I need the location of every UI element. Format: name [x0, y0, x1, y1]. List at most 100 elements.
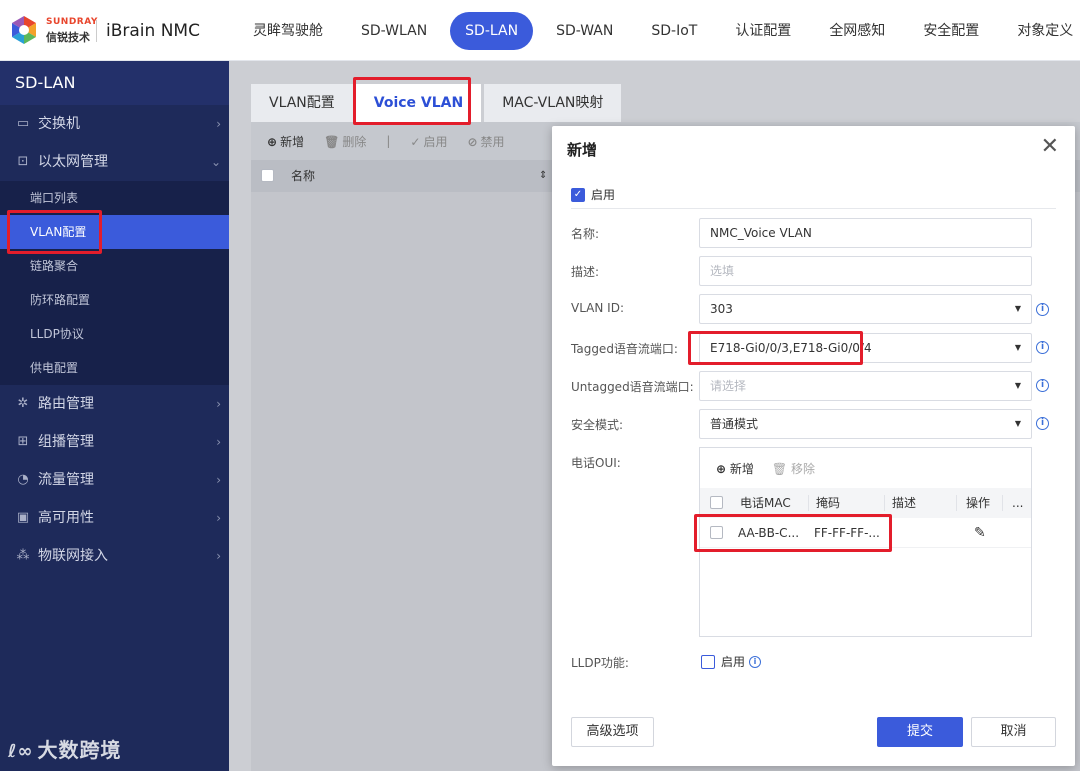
check-icon: ✓: [410, 134, 421, 149]
watermark: ℓ∞ 大数跨境: [8, 734, 121, 763]
brand-company-en: SUNDRAY: [46, 17, 98, 27]
sidebar-item-multicast[interactable]: ⊞ 组播管理 ›: [0, 423, 229, 461]
info-icon[interactable]: i: [1036, 341, 1049, 354]
lldp-label: LLDP功能:: [571, 656, 629, 670]
nav-sd-wlan[interactable]: SD-WLAN: [346, 12, 442, 50]
add-button[interactable]: ⊕ 新增: [267, 133, 304, 150]
oui-add-button[interactable]: ⊕ 新增: [716, 460, 754, 477]
column-divider: [1002, 495, 1003, 511]
vlan-id-select[interactable]: 303 ▼: [699, 294, 1032, 324]
lldp-enable-checkbox[interactable]: 启用 i: [701, 653, 762, 670]
close-icon[interactable]: ✕: [1041, 134, 1059, 159]
multicast-icon: ⊞: [17, 434, 29, 449]
sidebar-item-label: 高可用性: [38, 510, 94, 526]
lldp-enable-label: 启用: [721, 655, 746, 669]
sidebar-item-routing[interactable]: ✲ 路由管理 ›: [0, 385, 229, 423]
sidebar-item-ethernet[interactable]: ⊡ 以太网管理 ⌄: [0, 143, 229, 181]
sidebar-item-label: 物联网接入: [38, 548, 108, 564]
oui-add-label: 新增: [729, 462, 754, 476]
column-divider: [884, 495, 885, 511]
sidebar-subitem-link-aggregation[interactable]: 链路聚合: [0, 249, 229, 283]
sidebar-item-label: 以太网管理: [38, 154, 108, 170]
oui-remove-label: 移除: [790, 462, 815, 476]
sort-icon[interactable]: ⇕: [539, 160, 547, 192]
trash-icon: 🗑: [771, 462, 788, 476]
tab-mac-vlan-mapping[interactable]: MAC-VLAN映射: [484, 84, 622, 122]
sidebar-subitem-loop-prevention[interactable]: 防环路配置: [0, 283, 229, 317]
sidebar-item-high-availability[interactable]: ▣ 高可用性 ›: [0, 499, 229, 537]
nav-sd-lan[interactable]: SD-LAN: [450, 12, 534, 50]
oui-toolbar: ⊕ 新增 🗑 移除: [716, 460, 815, 477]
add-button-label: 新增: [280, 134, 305, 149]
nav-cockpit[interactable]: 灵眸驾驶舱: [238, 12, 338, 50]
nav-object-definition[interactable]: 对象定义: [1002, 12, 1080, 50]
security-mode-select[interactable]: 普通模式 ▼: [699, 409, 1032, 439]
sidebar-item-label: 路由管理: [38, 396, 94, 412]
phone-oui-label: 电话OUI:: [571, 456, 621, 470]
column-settings-icon[interactable]: ...: [1012, 488, 1023, 518]
sidebar-item-switch[interactable]: ▭ 交换机 ›: [0, 105, 229, 143]
disable-button[interactable]: ⊘ 禁用: [467, 133, 504, 150]
highlight-box-vlan-config: [7, 210, 102, 254]
plus-circle-icon: ⊕: [716, 462, 727, 476]
caret-down-icon: ▼: [1014, 343, 1021, 352]
checkbox-checked-icon: ✓: [571, 187, 585, 202]
column-header-name[interactable]: 名称: [291, 160, 315, 192]
cancel-button[interactable]: 取消: [971, 717, 1056, 747]
nav-auth-config[interactable]: 认证配置: [720, 12, 806, 50]
description-input[interactable]: 选填: [699, 256, 1032, 286]
column-header-operation: 操作: [966, 496, 991, 510]
name-input[interactable]: NMC_Voice VLAN: [699, 218, 1032, 248]
nav-sd-iot[interactable]: SD-IoT: [636, 12, 712, 50]
sidebar-item-label: 流量管理: [38, 472, 94, 488]
untagged-port-label: Untagged语音流端口:: [571, 380, 694, 394]
column-divider: [956, 495, 957, 511]
enable-checkbox[interactable]: ✓ 启用: [571, 186, 615, 203]
nav-security-config[interactable]: 安全配置: [908, 12, 994, 50]
vlan-id-label: VLAN ID:: [571, 301, 624, 315]
info-icon[interactable]: i: [749, 655, 762, 668]
sidebar-subitem-lldp[interactable]: LLDP协议: [0, 317, 229, 351]
caret-down-icon: ▼: [1014, 381, 1021, 390]
advanced-options-button[interactable]: 高级选项: [571, 717, 654, 747]
chevron-down-icon: ⌄: [210, 155, 221, 169]
dialog-title: 新增: [567, 141, 598, 159]
info-icon[interactable]: i: [1036, 303, 1049, 316]
enable-button[interactable]: ✓ 启用: [410, 133, 447, 150]
watermark-text: 大数跨境: [37, 738, 122, 762]
chevron-right-icon: ›: [216, 397, 221, 411]
ban-icon: ⊘: [467, 134, 478, 149]
delete-button[interactable]: 🗑 删除: [324, 133, 366, 150]
checkbox-unchecked-icon: [701, 654, 715, 669]
highlight-box-oui-row: [694, 514, 892, 552]
divider: [571, 208, 1056, 209]
nav-network-awareness[interactable]: 全网感知: [814, 12, 900, 50]
plus-circle-icon: ⊕: [267, 134, 278, 149]
submit-button[interactable]: 提交: [877, 717, 963, 747]
untagged-port-select[interactable]: 请选择 ▼: [699, 371, 1032, 401]
sidebar-subitem-power[interactable]: 供电配置: [0, 351, 229, 385]
edit-icon[interactable]: ✎: [974, 518, 986, 548]
toolbar-divider: |: [386, 134, 391, 148]
iot-icon: ⁂: [16, 548, 30, 563]
disable-button-label: 禁用: [480, 134, 505, 149]
oui-select-all-checkbox[interactable]: [710, 496, 723, 509]
description-label: 描述:: [571, 265, 600, 279]
security-mode-label: 安全模式:: [571, 418, 624, 432]
info-icon[interactable]: i: [1036, 417, 1049, 430]
tab-vlan-config[interactable]: VLAN配置: [251, 84, 353, 122]
oui-remove-button[interactable]: 🗑 移除: [772, 460, 815, 477]
trash-icon: 🗑: [324, 134, 340, 149]
chevron-right-icon: ›: [216, 435, 221, 449]
info-icon[interactable]: i: [1036, 379, 1049, 392]
highlight-box-tagged-port: [688, 331, 863, 365]
sidebar-item-traffic[interactable]: ◔ 流量管理 ›: [0, 461, 229, 499]
select-all-checkbox[interactable]: [261, 169, 274, 182]
untagged-port-placeholder: 请选择: [710, 379, 747, 393]
sidebar-item-label: 组播管理: [38, 434, 94, 450]
traffic-icon: ◔: [17, 472, 29, 487]
sidebar-item-iot[interactable]: ⁂ 物联网接入 ›: [0, 537, 229, 575]
sidebar: SD-LAN ▭ 交换机 › ⊡ 以太网管理 ⌄ 端口列表 VLAN配置 链路聚…: [0, 61, 229, 771]
ethernet-icon: ⊡: [17, 154, 29, 169]
nav-sd-wan[interactable]: SD-WAN: [541, 12, 628, 50]
